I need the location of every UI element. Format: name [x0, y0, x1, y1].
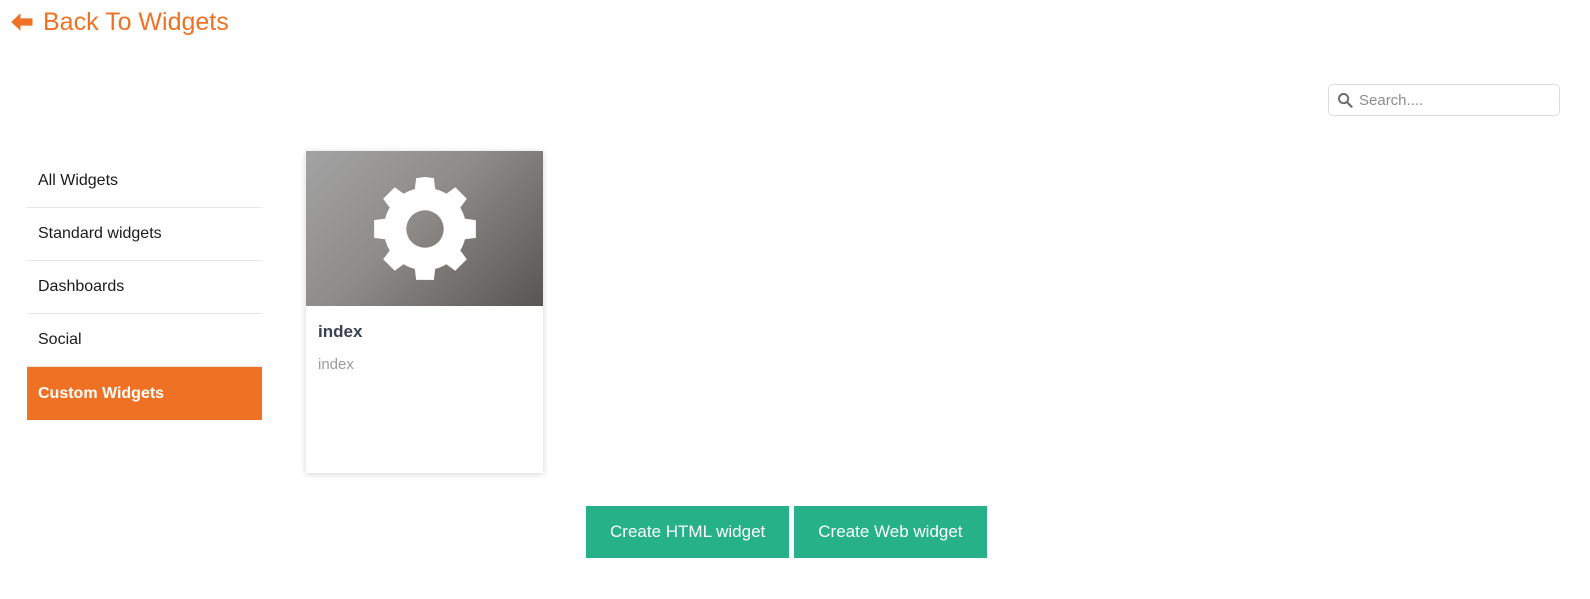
create-html-widget-button[interactable]: Create HTML widget — [586, 506, 790, 558]
widget-card-thumbnail — [306, 151, 543, 306]
widget-actions: Create HTML widget Create Web widget — [586, 506, 987, 558]
search-box[interactable] — [1328, 84, 1560, 116]
widget-card[interactable]: index index — [306, 151, 543, 473]
sidebar-item-social[interactable]: Social — [27, 314, 262, 367]
gear-icon — [373, 176, 476, 280]
widget-card-subtitle: index — [318, 356, 354, 373]
widget-category-sidebar: All Widgets Standard widgets Dashboards … — [27, 155, 262, 420]
sidebar-item-all-widgets[interactable]: All Widgets — [27, 155, 262, 208]
sidebar-item-standard-widgets[interactable]: Standard widgets — [27, 208, 262, 261]
sidebar-item-label: Custom Widgets — [38, 384, 165, 402]
sidebar-item-label: All Widgets — [38, 172, 119, 189]
search-input[interactable] — [1359, 91, 1551, 109]
widget-card-title: index — [318, 322, 363, 341]
sidebar-item-custom-widgets[interactable]: Custom Widgets — [27, 367, 262, 420]
back-to-widgets-label: Back To Widgets — [43, 8, 229, 36]
sidebar-item-label: Dashboards — [38, 278, 125, 295]
sidebar-item-label: Standard widgets — [38, 225, 162, 242]
arrow-left-icon — [11, 13, 33, 31]
widget-card-body: index index — [306, 306, 543, 374]
create-web-widget-button[interactable]: Create Web widget — [794, 506, 987, 558]
sidebar-item-label: Social — [38, 331, 82, 348]
search-icon — [1338, 93, 1353, 108]
back-to-widgets-link[interactable]: Back To Widgets — [10, 6, 229, 38]
sidebar-item-dashboards[interactable]: Dashboards — [27, 261, 262, 314]
